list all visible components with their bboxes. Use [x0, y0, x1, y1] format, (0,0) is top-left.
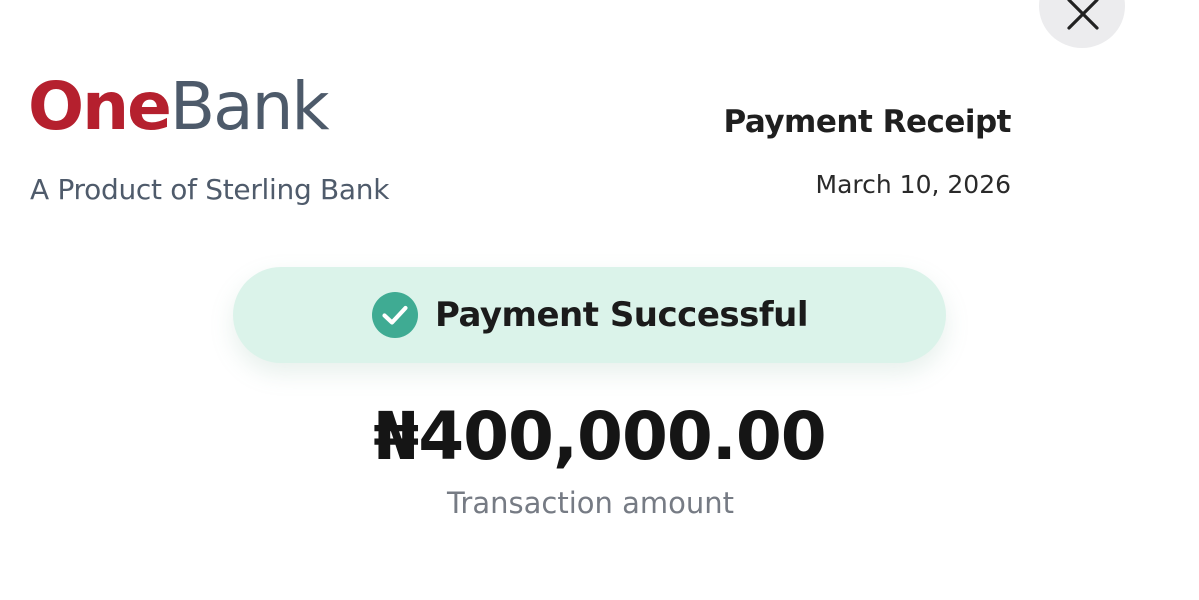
- payment-status-banner: Payment Successful: [233, 267, 946, 363]
- logo-one-text: One: [28, 68, 172, 145]
- transaction-amount: ₦400,000.00: [373, 398, 826, 475]
- close-icon: [1067, 0, 1099, 30]
- transaction-amount-label: Transaction amount: [446, 486, 734, 520]
- receipt-date: March 10, 2026: [815, 170, 1011, 199]
- payment-status-text: Payment Successful: [434, 295, 809, 335]
- close-button[interactable]: [1039, 0, 1125, 48]
- check-circle-icon: [371, 292, 418, 338]
- receipt-title: Payment Receipt: [723, 104, 1012, 140]
- onebank-logo: OneBank: [28, 74, 330, 140]
- logo-bank-text: Bank: [169, 68, 330, 145]
- brand-tagline: A Product of Sterling Bank: [30, 173, 390, 206]
